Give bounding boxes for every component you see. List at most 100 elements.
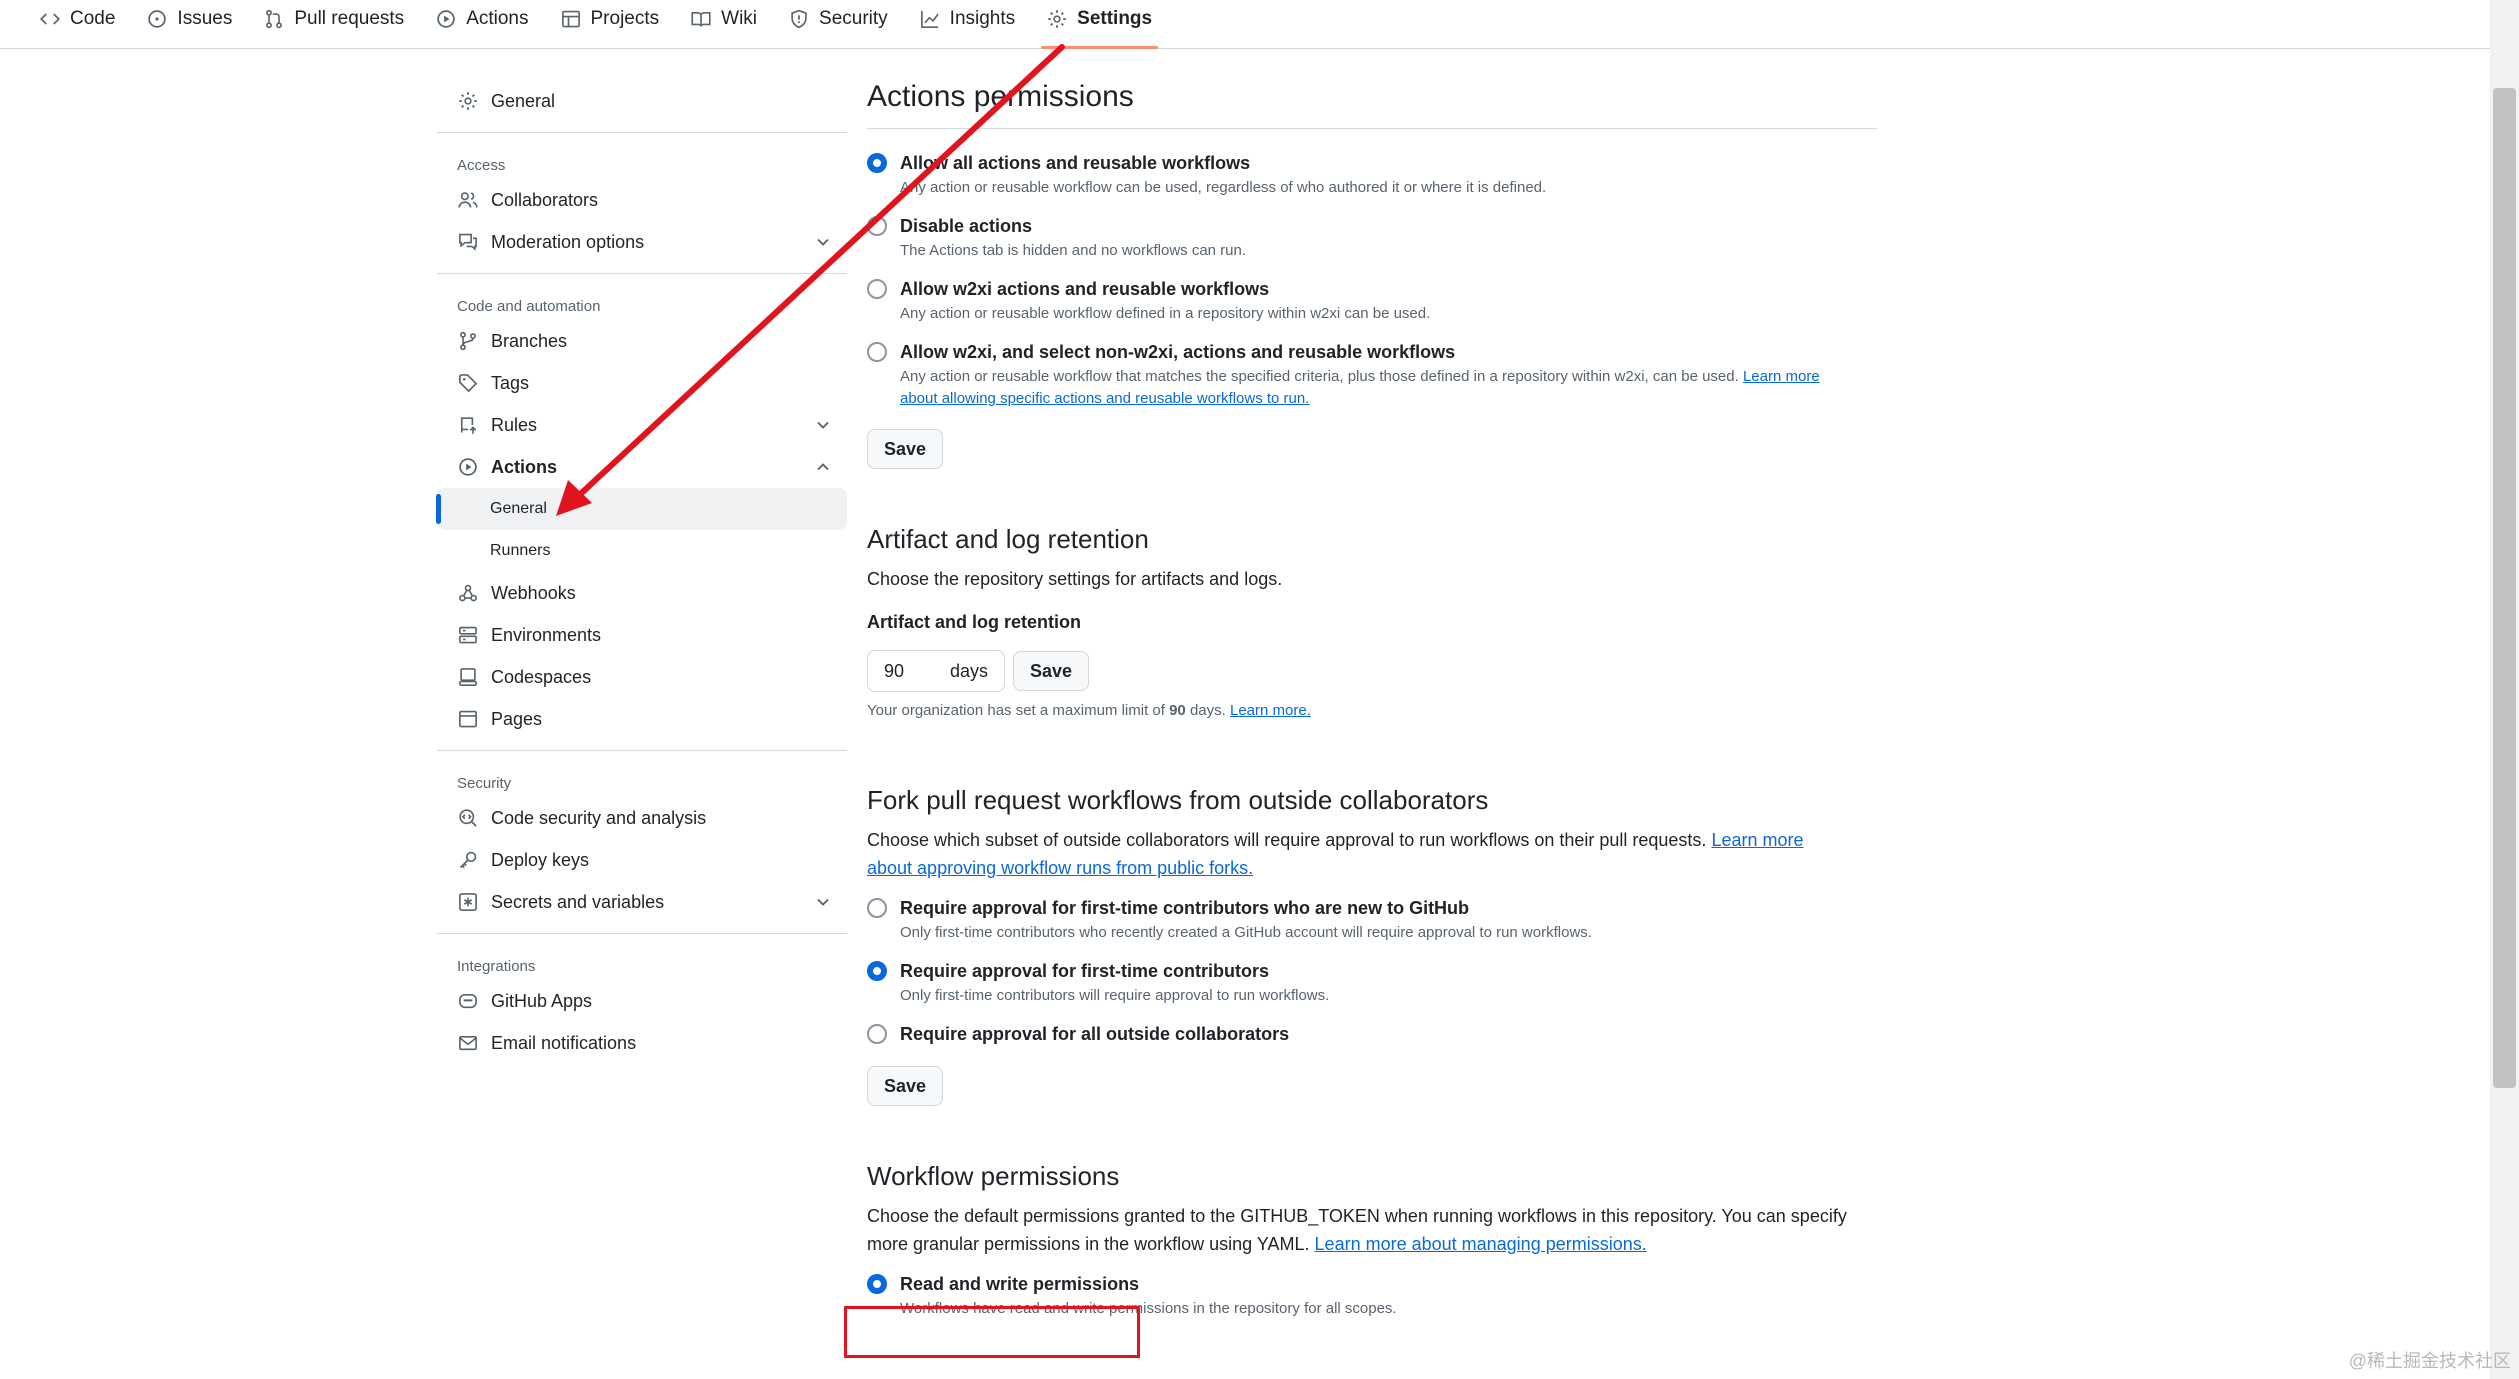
fork-pr-section: Fork pull request workflows from outside… — [867, 785, 1877, 1106]
people-icon — [457, 189, 479, 211]
sidebar-heading-security: Security — [457, 774, 512, 792]
radio-description-text: Any action or reusable workflow that mat… — [900, 368, 1739, 385]
sidebar-item-codespaces[interactable]: Codespaces — [437, 656, 847, 698]
sidebar-item-moderation[interactable]: Moderation options — [437, 221, 847, 263]
chevron-down-icon[interactable] — [813, 892, 833, 912]
sidebar-item-label: Pages — [491, 708, 543, 729]
learn-more-link[interactable]: Learn more — [1711, 830, 1803, 850]
radio-button[interactable] — [867, 1274, 887, 1294]
radio-button[interactable] — [867, 216, 887, 236]
codescan-icon — [457, 807, 479, 829]
sidebar-item-branches[interactable]: Branches — [437, 320, 847, 362]
radio-option-allow-select: Allow w2xi, and select non-w2xi, actions… — [867, 338, 1877, 410]
radio-option-new-to-github: Require approval for first-time contribu… — [867, 894, 1877, 944]
sidebar-item-collaborators[interactable]: Collaborators — [437, 179, 847, 221]
sidebar-item-environments[interactable]: Environments — [437, 614, 847, 656]
radio-option-allow-all: Allow all actions and reusable workflows… — [867, 149, 1877, 199]
save-button[interactable]: Save — [1013, 651, 1090, 691]
sidebar-subitem-actions-runners[interactable]: Runners — [437, 530, 847, 572]
retention-note-suffix: days. — [1189, 702, 1226, 719]
graph-icon — [920, 9, 940, 29]
tab-actions[interactable]: Actions — [422, 0, 542, 38]
radio-option-disable: Disable actions The Actions tab is hidde… — [867, 212, 1877, 262]
watermark: @稀土掘金技术社区 — [2348, 1351, 2511, 1371]
scrollbar[interactable] — [2490, 0, 2519, 1379]
chevron-up-icon[interactable] — [813, 457, 833, 477]
tab-label: Settings — [1077, 8, 1153, 29]
sidebar-item-webhooks[interactable]: Webhooks — [437, 572, 847, 614]
sidebar-item-tags[interactable]: Tags — [437, 362, 847, 404]
play-icon — [457, 456, 479, 478]
scrollbar-thumb[interactable] — [2493, 88, 2516, 1088]
settings-main: Actions permissions Allow all actions an… — [867, 80, 1877, 1320]
chevron-down-icon[interactable] — [813, 232, 833, 252]
learn-more-link[interactable]: Learn more — [1743, 368, 1820, 385]
sidebar-item-actions[interactable]: Actions — [437, 446, 847, 488]
radio-label: Disable actions — [900, 216, 1033, 236]
save-button[interactable]: Save — [867, 429, 944, 469]
tag-icon — [457, 372, 479, 394]
tab-settings[interactable]: Settings — [1033, 0, 1166, 49]
radio-button[interactable] — [867, 279, 887, 299]
radio-button[interactable] — [867, 153, 887, 173]
retention-input-row: 90 days Save — [867, 650, 1877, 692]
radio-button[interactable] — [867, 961, 887, 981]
issue-opened-icon — [147, 9, 167, 29]
sidebar-subitem-label: Runners — [490, 542, 551, 559]
radio-label: Require approval for first-time contribu… — [900, 898, 1470, 918]
tab-insights[interactable]: Insights — [906, 0, 1029, 38]
repo-tab-nav: Code Issues Pull requests Actions Projec… — [0, 0, 2490, 49]
sidebar-divider — [437, 750, 847, 751]
tab-label: Code — [70, 8, 116, 29]
section-title: Workflow permissions — [867, 1161, 1120, 1191]
retention-note: Your organization has set a maximum limi… — [867, 702, 1877, 719]
tab-security[interactable]: Security — [775, 0, 902, 38]
sidebar-item-secrets[interactable]: Secrets and variables — [437, 881, 847, 923]
gear-icon — [457, 90, 479, 112]
sidebar-item-label: Actions — [491, 456, 558, 477]
annotation-highlight-box — [844, 1306, 1140, 1358]
sidebar-subitem-actions-general[interactable]: General — [436, 488, 847, 530]
sidebar-item-rules[interactable]: Rules — [437, 404, 847, 446]
tab-wiki[interactable]: Wiki — [677, 0, 771, 38]
radio-description: Any action or reusable workflow can be u… — [900, 179, 1547, 196]
section-description-text: Choose the default permissions granted t… — [867, 1206, 1847, 1226]
sidebar-item-pages[interactable]: Pages — [437, 698, 847, 740]
save-button[interactable]: Save — [867, 1066, 944, 1106]
sidebar-item-label: Rules — [491, 414, 538, 435]
sidebar-item-code-security[interactable]: Code security and analysis — [437, 797, 847, 839]
learn-more-link[interactable]: Learn more. — [1230, 702, 1311, 719]
sidebar-item-label: Collaborators — [491, 189, 599, 210]
radio-button[interactable] — [867, 898, 887, 918]
key-icon — [457, 849, 479, 871]
sidebar-item-general[interactable]: General — [437, 80, 847, 122]
radio-label: Allow w2xi, and select non-w2xi, actions… — [900, 342, 1456, 362]
sidebar-item-label: GitHub Apps — [491, 990, 593, 1011]
page-title: Actions permissions — [867, 80, 1134, 113]
code-icon — [40, 9, 60, 29]
radio-label: Allow all actions and reusable workflows — [900, 153, 1251, 173]
sidebar-item-deploy-keys[interactable]: Deploy keys — [437, 839, 847, 881]
radio-label: Read and write permissions — [900, 1274, 1140, 1294]
tab-pull-requests[interactable]: Pull requests — [250, 0, 418, 38]
radio-button[interactable] — [867, 342, 887, 362]
chevron-down-icon[interactable] — [813, 415, 833, 435]
sidebar-item-github-apps[interactable]: GitHub Apps — [437, 980, 847, 1022]
tab-code[interactable]: Code — [26, 0, 129, 38]
radio-description: Only first-time contributors who recentl… — [900, 924, 1592, 941]
book-icon — [691, 9, 711, 29]
radio-button[interactable] — [867, 1024, 887, 1044]
learn-more-link[interactable]: Learn more about managing permissions. — [1315, 1234, 1647, 1254]
radio-description: Any action or reusable workflow that mat… — [900, 366, 1877, 410]
retention-note-text: Your organization has set a maximum limi… — [867, 702, 1165, 719]
learn-more-link-continued[interactable]: about allowing specific actions and reus… — [900, 390, 1309, 407]
section-divider — [867, 128, 1877, 129]
sidebar-item-label: General — [491, 90, 556, 111]
learn-more-link-continued[interactable]: about approving workflow runs from publi… — [867, 858, 1253, 878]
tab-projects[interactable]: Projects — [547, 0, 674, 38]
sidebar-item-email-notifications[interactable]: Email notifications — [437, 1022, 847, 1064]
retention-days-input[interactable]: 90 days — [867, 650, 1005, 692]
sidebar-divider — [437, 132, 847, 133]
codespaces-icon — [457, 666, 479, 688]
tab-issues[interactable]: Issues — [133, 0, 246, 38]
